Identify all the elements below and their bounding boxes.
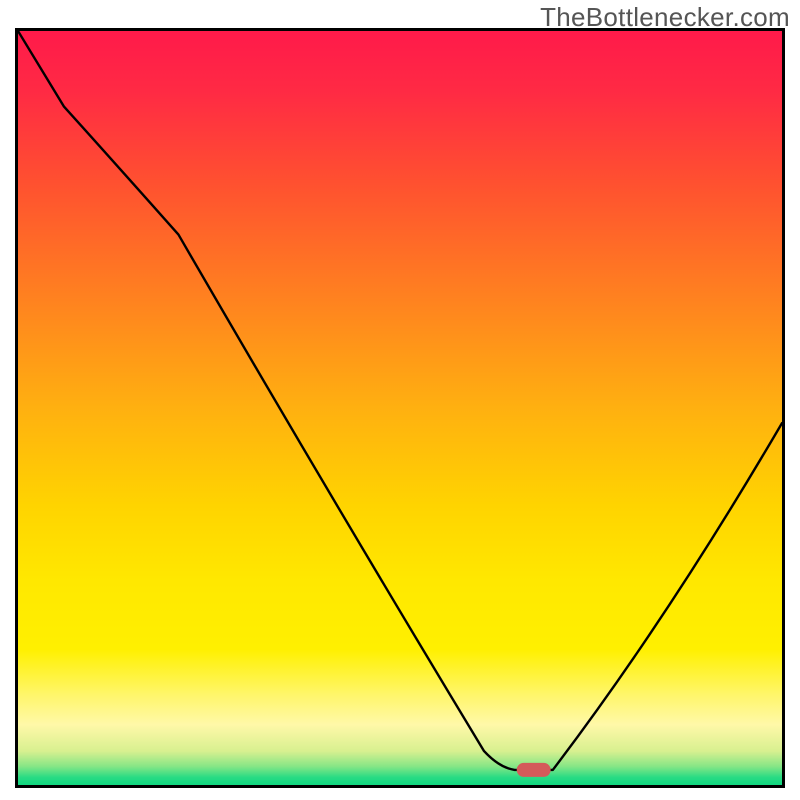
chart-frame: TheBottlenecker.com (0, 0, 800, 800)
plot-area (15, 28, 785, 788)
watermark-text: TheBottlenecker.com (540, 2, 790, 33)
minimum-marker (517, 763, 551, 777)
curve-layer (18, 31, 782, 785)
bottleneck-curve (18, 31, 782, 770)
